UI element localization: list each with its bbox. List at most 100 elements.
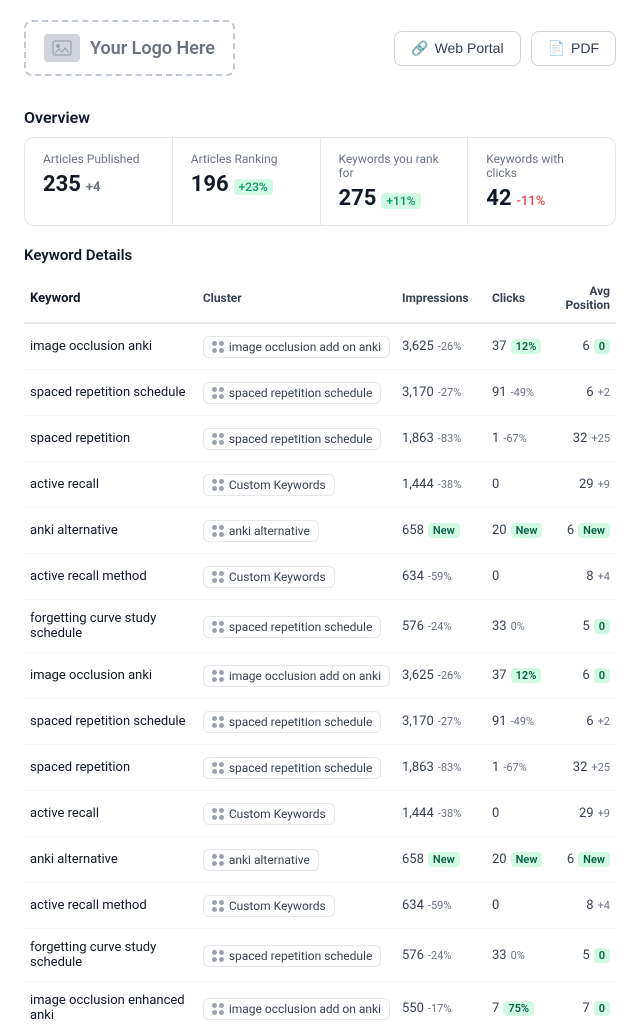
table-row: spaced repetition spaced repetition sche… (24, 745, 616, 791)
position-value: 60 (562, 668, 610, 683)
cluster-cell: spaced repetition schedule (197, 929, 396, 982)
impressions-cell: 1,863-83% (396, 745, 486, 791)
clicks-value: 0 (492, 806, 550, 821)
keyword-cell: anki alternative (24, 508, 197, 554)
clicks-number: 91 (492, 385, 507, 400)
cluster-icon (212, 621, 224, 633)
cluster-cell: anki alternative (197, 837, 396, 883)
table-row: forgetting curve study schedule spaced r… (24, 600, 616, 653)
position-delta: +2 (598, 386, 610, 399)
cluster-cell: Custom Keywords (197, 554, 396, 600)
clicks-cell: 91 -49% (486, 370, 556, 416)
logo-text: Your Logo Here (90, 38, 215, 59)
cluster-badge: image occlusion add on anki (203, 665, 390, 687)
cluster-label: anki alternative (229, 524, 310, 538)
link-icon: 🔗 (411, 40, 428, 57)
clicks-new-badge: New (511, 523, 543, 538)
clicks-cell: 20New (486, 508, 556, 554)
position-value: 70 (562, 1001, 610, 1016)
impressions-cell: 1,863-83% (396, 416, 486, 462)
articles-ranking-label: Articles Ranking (191, 152, 302, 166)
impressions-number: 634 (402, 569, 424, 584)
clicks-number: 33 (492, 948, 507, 963)
table-row: forgetting curve study schedule spaced r… (24, 929, 616, 982)
impressions-number: 1,863 (402, 760, 434, 775)
web-portal-button[interactable]: 🔗 Web Portal (394, 31, 520, 66)
cluster-label: Custom Keywords (229, 899, 326, 913)
impressions-number: 576 (402, 948, 424, 963)
cluster-label: image occlusion add on anki (229, 669, 381, 683)
impressions-value: 634 -59% (402, 569, 480, 584)
overview-card: Articles Published 235 +4 Articles Ranki… (24, 137, 616, 226)
impressions-cell: 550-17% (396, 982, 486, 1034)
position-badge: 0 (594, 339, 610, 354)
impressions-cell: 658New (396, 508, 486, 554)
clicks-number: 0 (492, 569, 499, 584)
file-icon: 📄 (548, 40, 565, 57)
pdf-button[interactable]: 📄 PDF (531, 31, 616, 66)
cluster-label: spaced repetition schedule (229, 761, 373, 775)
cluster-badge: spaced repetition schedule (203, 616, 382, 638)
header: Your Logo Here 🔗 Web Portal 📄 PDF (0, 0, 640, 96)
impressions-delta: -17% (428, 1002, 451, 1015)
cluster-label: spaced repetition schedule (229, 386, 373, 400)
impressions-cell: 634-59% (396, 883, 486, 929)
cluster-label: image occlusion add on anki (229, 340, 381, 354)
cluster-badge: spaced repetition schedule (203, 945, 382, 967)
col-cluster: Cluster (197, 274, 396, 323)
position-value: 8+4 (562, 898, 610, 913)
impressions-delta: -38% (438, 478, 461, 491)
clicks-number: 0 (492, 477, 499, 492)
col-position: AvgPosition (556, 274, 616, 323)
impressions-cell: 634 -59% (396, 554, 486, 600)
clicks-delta: -49% (511, 386, 534, 399)
logo-image-icon (44, 34, 80, 62)
keywords-clicks-value: 42 -11% (486, 186, 597, 211)
cluster-label: anki alternative (229, 853, 310, 867)
keywords-rank-value: 275 +11% (339, 186, 450, 211)
impressions-value: 576-24% (402, 619, 480, 634)
impressions-value: 1,444-38% (402, 477, 480, 492)
cluster-icon (212, 716, 224, 728)
clicks-cell: 91-49% (486, 699, 556, 745)
impressions-delta: -38% (438, 807, 461, 820)
clicks-cell: 0 (486, 462, 556, 508)
clicks-value: 330% (492, 948, 550, 963)
impressions-value: 576 -24% (402, 948, 480, 963)
impressions-cell: 3,170-27% (396, 699, 486, 745)
cluster-icon (212, 762, 224, 774)
table-row: spaced repetition schedule spaced repeti… (24, 699, 616, 745)
cluster-cell: Custom Keywords (197, 791, 396, 837)
table-row: anki alternative anki alternative 658New… (24, 508, 616, 554)
table-header-row: Keyword Cluster Impressions Clicks AvgPo… (24, 274, 616, 323)
cluster-cell: image occlusion add on anki (197, 653, 396, 699)
impressions-number: 3,170 (402, 714, 434, 729)
position-value: 32+25 (562, 760, 610, 775)
impressions-delta: -59% (428, 570, 451, 583)
clicks-number: 37 (492, 339, 507, 354)
position-value: 6New (562, 523, 610, 538)
cluster-badge: Custom Keywords (203, 566, 335, 588)
table-row: anki alternative anki alternative 658New… (24, 837, 616, 883)
clicks-cell: 0 (486, 554, 556, 600)
cluster-label: Custom Keywords (229, 807, 326, 821)
cluster-badge: anki alternative (203, 520, 319, 542)
impressions-cell: 3,625-26% (396, 653, 486, 699)
position-cell: 8+4 (556, 883, 616, 929)
clicks-number: 1 (492, 760, 499, 775)
keywords-rank-label: Keywords you rank for (339, 152, 450, 180)
impressions-new-badge: New (428, 852, 460, 867)
clicks-number: 91 (492, 714, 507, 729)
impressions-delta: -24% (428, 949, 451, 962)
position-value: 6+2 (562, 714, 610, 729)
keyword-cell: spaced repetition schedule (24, 699, 197, 745)
cluster-badge: anki alternative (203, 849, 319, 871)
position-cell: 50 (556, 929, 616, 982)
cluster-icon (212, 525, 224, 537)
impressions-delta: -24% (428, 620, 451, 633)
keyword-cell: spaced repetition (24, 416, 197, 462)
cluster-icon (212, 900, 224, 912)
position-number: 32 (573, 760, 588, 775)
position-value: 32+25 (562, 431, 610, 446)
clicks-value: 0 (492, 569, 550, 584)
